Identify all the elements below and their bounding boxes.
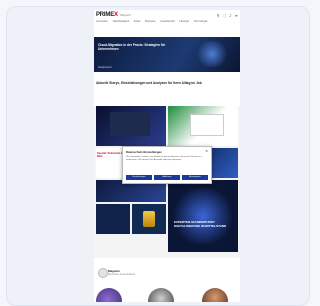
section-subtitle: Menschen & Geschichten <box>108 273 136 276</box>
promo-banner[interactable]: Cloud-Migration in der Praxis: Strategie… <box>94 37 240 72</box>
article-tile-mockup[interactable] <box>168 106 238 146</box>
site-header: PRIMEX Magazin ⚲ ◌ ♪ ≡ Innovation Nachha… <box>94 10 240 30</box>
site-logo[interactable]: PRIMEX <box>96 12 118 18</box>
promo-title: Cloud-Migration in der Praxis: Strategie… <box>98 43 166 51</box>
magazine-section: Magazin Menschen & Geschichten <box>94 262 240 302</box>
search-icon[interactable]: ⚲ <box>217 13 220 18</box>
nav-item-lifestyle[interactable]: Lifestyle <box>179 20 189 23</box>
accept-button[interactable]: Akzeptieren <box>182 175 208 180</box>
menu-icon[interactable]: ≡ <box>235 13 238 18</box>
header-icons: ⚲ ◌ ♪ ≡ <box>217 13 238 18</box>
promo-graphic <box>196 41 236 67</box>
cookie-consent-dialog: Datenschutz-Einstellungen × Wir verwende… <box>122 146 212 184</box>
dialog-title: Datenschutz-Einstellungen <box>126 150 162 154</box>
article-tile-award[interactable] <box>132 204 166 234</box>
story-avatar-3[interactable] <box>202 288 228 302</box>
nav-item-innovation[interactable]: Innovation <box>96 20 108 23</box>
web-page: PRIMEX Magazin ⚲ ◌ ♪ ≡ Innovation Nachha… <box>94 10 240 302</box>
article-tile-navy[interactable] <box>96 204 130 234</box>
story-avatar-1[interactable] <box>96 288 122 302</box>
nav-item-nachhaltigkeit[interactable]: Nachhaltigkeit <box>113 20 129 23</box>
section-headline: Aktuelle Storys, Einschätzungen und Anal… <box>96 81 202 85</box>
article-tile-device[interactable] <box>96 106 166 146</box>
device-image <box>110 112 150 136</box>
nav-item-arbeit[interactable]: Arbeit <box>134 20 141 23</box>
award-image <box>143 211 155 227</box>
bell-icon[interactable]: ♪ <box>229 13 232 18</box>
section-icon <box>98 268 108 278</box>
user-icon[interactable]: ◌ <box>223 13 227 18</box>
reject-button[interactable]: Ablehnen <box>154 175 180 180</box>
dialog-body: Wir verwenden Cookies, um Inhalte zu per… <box>126 156 202 161</box>
nav-item-business[interactable]: Business <box>145 20 156 23</box>
close-icon[interactable]: × <box>205 149 208 153</box>
main-nav: Innovation Nachhaltigkeit Arbeit Busines… <box>96 20 238 24</box>
logo-accent-text: X <box>114 12 118 18</box>
settings-button[interactable]: Einstellungen <box>126 175 152 180</box>
article-tile-highlight[interactable]: EXPERTEN-SCHWERPUNKT DIGITALISIERUNG IM … <box>168 180 238 252</box>
dialog-buttons: Einstellungen Ablehnen Akzeptieren <box>126 175 208 180</box>
nav-item-gesellschaft[interactable]: Gesellschaft <box>160 20 174 23</box>
logo-main-text: PRIME <box>96 12 115 18</box>
nav-item-technologie[interactable]: Technologie <box>194 20 208 23</box>
site-tagline: Magazin <box>120 13 132 17</box>
story-avatar-2[interactable] <box>148 288 174 302</box>
promo-byline: Gesponsert <box>98 66 112 69</box>
tile-overlay-title: EXPERTEN-SCHWERPUNKT DIGITALISIERUNG IM … <box>174 220 227 228</box>
screen-mockup-image <box>190 114 224 136</box>
